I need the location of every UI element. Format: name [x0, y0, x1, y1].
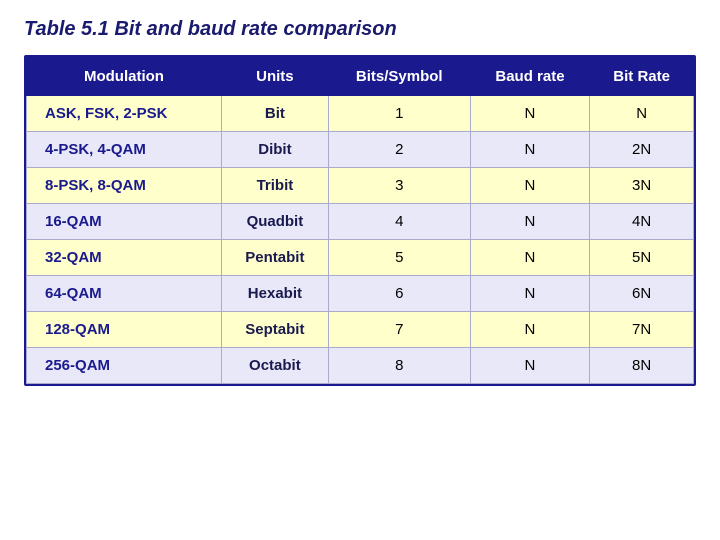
header-modulation: Modulation — [27, 58, 222, 96]
cell-value: 3 — [328, 168, 470, 204]
cell-modulation: 256-QAM — [27, 348, 222, 384]
cell-value: N — [470, 240, 590, 276]
cell-units: Dibit — [221, 132, 328, 168]
cell-value: 7 — [328, 312, 470, 348]
cell-value: 7N — [590, 312, 694, 348]
cell-modulation: 4-PSK, 4-QAM — [27, 132, 222, 168]
cell-modulation: 32-QAM — [27, 240, 222, 276]
table-row: 32-QAMPentabit5N5N — [27, 240, 694, 276]
cell-value: 8N — [590, 348, 694, 384]
table-row: 128-QAMSeptabit7N7N — [27, 312, 694, 348]
cell-units: Septabit — [221, 312, 328, 348]
header-bit-rate: Bit Rate — [590, 58, 694, 96]
cell-value: 6N — [590, 276, 694, 312]
comparison-table-wrapper: Modulation Units Bits/Symbol Baud rate B… — [24, 55, 696, 386]
cell-modulation: 64-QAM — [27, 276, 222, 312]
header-baud-rate: Baud rate — [470, 58, 590, 96]
cell-value: 2N — [590, 132, 694, 168]
cell-value: N — [470, 204, 590, 240]
cell-value: 4N — [590, 204, 694, 240]
cell-value: 2 — [328, 132, 470, 168]
cell-value: 6 — [328, 276, 470, 312]
cell-modulation: 128-QAM — [27, 312, 222, 348]
cell-modulation: 16-QAM — [27, 204, 222, 240]
table-row: 8-PSK, 8-QAMTribit3N3N — [27, 168, 694, 204]
cell-value: N — [470, 348, 590, 384]
cell-units: Octabit — [221, 348, 328, 384]
header-bits-symbol: Bits/Symbol — [328, 58, 470, 96]
cell-value: N — [470, 276, 590, 312]
cell-value: 5N — [590, 240, 694, 276]
cell-units: Pentabit — [221, 240, 328, 276]
table-row: 64-QAMHexabit6N6N — [27, 276, 694, 312]
cell-units: Hexabit — [221, 276, 328, 312]
cell-units: Quadbit — [221, 204, 328, 240]
cell-value: 3N — [590, 168, 694, 204]
cell-units: Bit — [221, 96, 328, 132]
cell-value: 8 — [328, 348, 470, 384]
table-row: 4-PSK, 4-QAMDibit2N2N — [27, 132, 694, 168]
cell-value: N — [470, 96, 590, 132]
cell-value: N — [470, 312, 590, 348]
cell-value: N — [470, 132, 590, 168]
cell-value: N — [470, 168, 590, 204]
comparison-table: Modulation Units Bits/Symbol Baud rate B… — [26, 57, 694, 384]
cell-value: 4 — [328, 204, 470, 240]
cell-value: N — [590, 96, 694, 132]
page-title: Table 5.1 Bit and baud rate comparison — [24, 18, 696, 41]
cell-units: Tribit — [221, 168, 328, 204]
table-header-row: Modulation Units Bits/Symbol Baud rate B… — [27, 58, 694, 96]
cell-value: 1 — [328, 96, 470, 132]
cell-modulation: 8-PSK, 8-QAM — [27, 168, 222, 204]
table-row: 256-QAMOctabit8N8N — [27, 348, 694, 384]
table-row: ASK, FSK, 2-PSKBit1NN — [27, 96, 694, 132]
table-row: 16-QAMQuadbit4N4N — [27, 204, 694, 240]
cell-modulation: ASK, FSK, 2-PSK — [27, 96, 222, 132]
header-units: Units — [221, 58, 328, 96]
cell-value: 5 — [328, 240, 470, 276]
